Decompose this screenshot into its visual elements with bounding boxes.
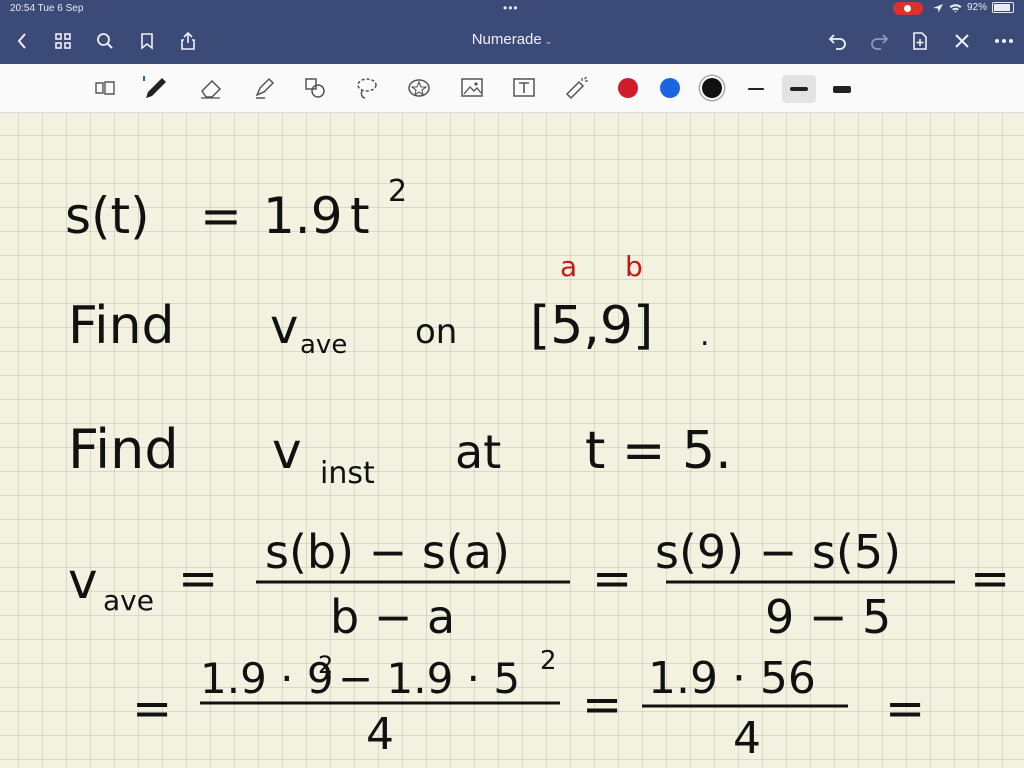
navigation-bar: Numerade ⌄: [0, 18, 1024, 64]
wifi-icon: [949, 3, 962, 13]
calc-equals-2: =: [582, 677, 622, 733]
location-icon: [933, 3, 943, 12]
line3-find: Find: [68, 418, 179, 481]
highlighter-icon[interactable]: [250, 74, 278, 102]
recording-indicator: [893, 2, 923, 15]
formula-equals-2: =: [592, 551, 632, 607]
shapes-icon[interactable]: [301, 74, 329, 102]
chevron-down-icon: ⌄: [544, 36, 553, 46]
line3-at: at: [455, 425, 501, 479]
text-box-icon[interactable]: [510, 74, 538, 102]
line2-on: on: [415, 312, 457, 352]
note-page[interactable]: s(t) = 1.9 t 2 a b Find v ave on [5,9] .…: [0, 113, 1024, 768]
more-options-icon[interactable]: [990, 28, 1018, 54]
line3-v: v: [272, 422, 302, 480]
stroke-thin-button[interactable]: [739, 75, 773, 103]
formula-v: v: [68, 552, 98, 610]
formula-numerator-2: s(9) − s(5): [655, 525, 901, 579]
laser-pointer-icon[interactable]: [562, 74, 590, 102]
color-red-swatch[interactable]: [618, 78, 638, 98]
eraser-icon[interactable]: [197, 74, 225, 102]
battery-percent: 92%: [967, 2, 988, 13]
line2-subscript: ave: [300, 330, 347, 360]
formula-equals-3: =: [970, 551, 1010, 607]
color-blue-swatch[interactable]: [660, 78, 680, 98]
calc-denominator-1: 4: [366, 709, 394, 760]
status-bar: 20:54 Tue 6 Sep ••• 92%: [0, 0, 1024, 18]
calc-denominator-2: 4: [733, 713, 761, 764]
line3-subscript: inst: [320, 456, 375, 491]
annotation-a: a: [560, 250, 577, 283]
color-black-swatch[interactable]: [702, 78, 722, 98]
calc-numerator-1a: 1.9 · 9: [200, 654, 334, 703]
add-page-icon[interactable]: [907, 28, 933, 54]
line1-lhs: s(t): [65, 187, 150, 245]
formula-denominator-2: 9 − 5: [765, 590, 891, 644]
pen-icon[interactable]: [141, 74, 169, 102]
formula-denominator-1: b − a: [330, 590, 455, 644]
annotation-b: b: [625, 250, 643, 283]
calc-equals-1: =: [132, 681, 172, 737]
line1-equals: =: [200, 187, 242, 245]
sticker-icon[interactable]: [405, 74, 433, 102]
read-mode-icon[interactable]: [91, 74, 119, 102]
calc-numerator-2: 1.9 · 56: [648, 653, 816, 704]
calc-numerator-1a-exponent: 2: [318, 651, 333, 679]
undo-icon[interactable]: [825, 28, 851, 54]
line1-coefficient: 1.9: [263, 187, 343, 245]
image-icon[interactable]: [458, 74, 486, 102]
handwriting-canvas: s(t) = 1.9 t 2 a b Find v ave on [5,9] .…: [65, 174, 1010, 764]
document-title-text: Numerade: [471, 31, 542, 48]
stroke-medium-button[interactable]: [782, 75, 816, 103]
calc-equals-3: =: [885, 681, 925, 737]
formula-subscript: ave: [103, 584, 154, 617]
calc-numerator-1b-exponent: 2: [540, 646, 557, 676]
stroke-thick-button[interactable]: [825, 75, 859, 103]
line1-variable: t: [350, 187, 370, 245]
battery-icon: [992, 2, 1015, 13]
system-status: 92%: [932, 2, 1015, 13]
drawing-toolbar: [0, 64, 1024, 113]
line3-condition: t = 5.: [585, 421, 732, 481]
formula-equals-1: =: [178, 551, 218, 607]
line1-exponent: 2: [388, 174, 407, 209]
line2-find: Find: [68, 296, 175, 356]
status-time: 20:54 Tue 6 Sep: [10, 3, 84, 14]
close-icon[interactable]: [949, 28, 975, 54]
lasso-icon[interactable]: [353, 74, 381, 102]
line2-v: v: [270, 299, 298, 355]
calc-numerator-1b: − 1.9 · 5: [338, 654, 520, 703]
redo-icon[interactable]: [866, 28, 892, 54]
multitask-dots[interactable]: •••: [503, 1, 519, 15]
formula-numerator-1: s(b) − s(a): [265, 525, 510, 579]
line2-period: .: [700, 318, 710, 353]
line2-interval: [5,9]: [530, 296, 653, 356]
